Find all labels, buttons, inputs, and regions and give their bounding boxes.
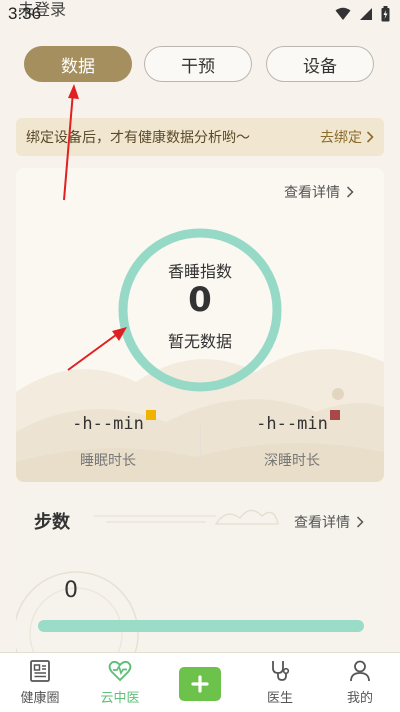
bottom-tab-bar: 健康圈 云中医 医生 我的	[0, 652, 400, 712]
tab-data[interactable]: 数据	[24, 46, 132, 82]
wifi-icon	[335, 7, 351, 20]
sleep-duration-metric: -h--min 睡眠时长	[16, 410, 200, 470]
tab-device[interactable]: 设备	[266, 46, 374, 82]
chevron-right-icon	[346, 186, 354, 198]
tab-mine-label: 我的	[346, 691, 373, 706]
sleep-card: 查看详情 香睡指数 0 暂无数据 -h--min 睡眠时长 -h--min 深睡…	[16, 168, 384, 482]
bind-link[interactable]: 去绑定	[320, 127, 374, 147]
bind-device-banner: 绑定设备后，才有健康数据分析哟～ 去绑定	[16, 118, 384, 156]
tab-cloud-tcm-label: 云中医	[100, 691, 140, 706]
sleep-detail-link[interactable]: 查看详情	[284, 182, 354, 202]
status-time: 3:36	[8, 4, 42, 23]
sleep-color-marker	[145, 410, 156, 420]
tab-doctor[interactable]: 医生	[240, 659, 320, 706]
steps-card: 步数 查看详情 0	[16, 494, 384, 664]
bind-link-label: 去绑定	[320, 130, 362, 146]
news-icon	[30, 660, 50, 682]
tab-cloud-tcm[interactable]: 云中医	[80, 659, 160, 706]
user-icon	[350, 660, 370, 682]
steps-progress-bar	[38, 620, 364, 632]
tab-health-circle[interactable]: 健康圈	[0, 659, 80, 706]
chevron-right-icon	[356, 516, 364, 528]
status-icons	[335, 6, 390, 22]
add-button[interactable]	[179, 667, 221, 701]
steps-value: 0	[64, 578, 78, 603]
segment-tabs: 数据 干预 设备	[24, 46, 376, 82]
sleep-detail-label: 查看详情	[284, 185, 340, 201]
deep-sleep-text: -h--min	[256, 414, 328, 434]
deep-sleep-color-marker	[329, 410, 340, 420]
steps-title: 步数	[34, 512, 70, 533]
plus-icon	[191, 675, 209, 693]
tab-mine[interactable]: 我的	[320, 659, 400, 706]
ring-value: 0	[188, 280, 212, 320]
tab-doctor-label: 医生	[266, 691, 293, 706]
deep-sleep-label: 深睡时长	[264, 453, 320, 469]
status-bar: 未登录 3:36	[0, 0, 400, 28]
deep-sleep-metric: -h--min 深睡时长	[200, 410, 384, 470]
tab-intervention[interactable]: 干预	[144, 46, 252, 82]
steps-detail-link[interactable]: 查看详情	[294, 512, 364, 532]
ring-subtitle: 暂无数据	[167, 332, 232, 351]
sleep-duration-value: -h--min	[72, 410, 156, 434]
sleep-duration-text: -h--min	[72, 414, 144, 434]
steps-detail-label: 查看详情	[294, 515, 350, 531]
stethoscope-icon	[272, 661, 290, 681]
chevron-right-icon	[366, 131, 374, 143]
battery-charging-icon	[381, 6, 390, 22]
deep-sleep-value: -h--min	[256, 410, 340, 434]
ring-title: 香睡指数	[167, 262, 232, 281]
sleep-duration-label: 睡眠时长	[80, 453, 136, 469]
tab-health-circle-label: 健康圈	[20, 691, 60, 706]
heart-pulse-icon	[108, 660, 132, 682]
banner-text: 绑定设备后，才有健康数据分析哟～	[26, 130, 250, 146]
signal-icon	[360, 8, 372, 20]
